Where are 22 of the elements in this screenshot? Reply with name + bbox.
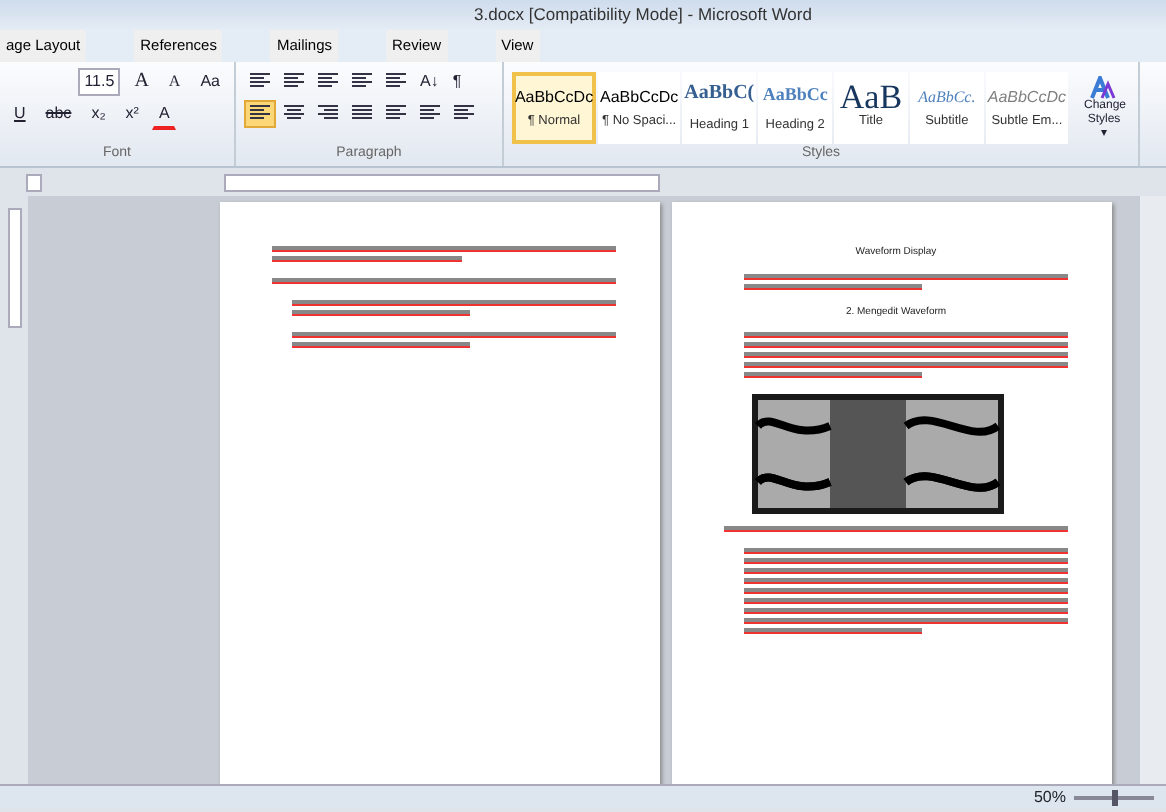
change-styles-icon [1089,75,1118,99]
show-marks-button[interactable]: ¶ [446,68,468,96]
subscript-button[interactable]: x₂ [85,100,112,128]
vertical-scrollbar[interactable] [1138,196,1166,784]
font-color-button[interactable]: A [152,99,176,129]
window-title: 3.docx [Compatibility Mode] - Microsoft Word [0,0,1166,30]
align-left-icon [250,104,270,123]
grow-font-button[interactable]: A [128,68,155,96]
vertical-ruler [8,208,22,328]
align-right-icon [318,104,338,123]
strikethrough-button[interactable]: abc [39,100,78,128]
shrink-font-button[interactable]: A [162,68,187,96]
superscript-button[interactable]: x² [119,100,145,128]
align-center-icon [284,104,304,123]
align-justify-icon [352,104,372,123]
zoom-slider-thumb[interactable] [1111,789,1117,805]
zoom-level[interactable]: 50% [1033,785,1066,809]
font-size-field[interactable]: 11.5 [78,68,121,96]
underline-button[interactable]: U [8,100,32,128]
change-case-button[interactable]: Aa [194,68,226,96]
align-left-button[interactable] [244,100,276,128]
sort-button[interactable]: A↓ [414,68,445,96]
